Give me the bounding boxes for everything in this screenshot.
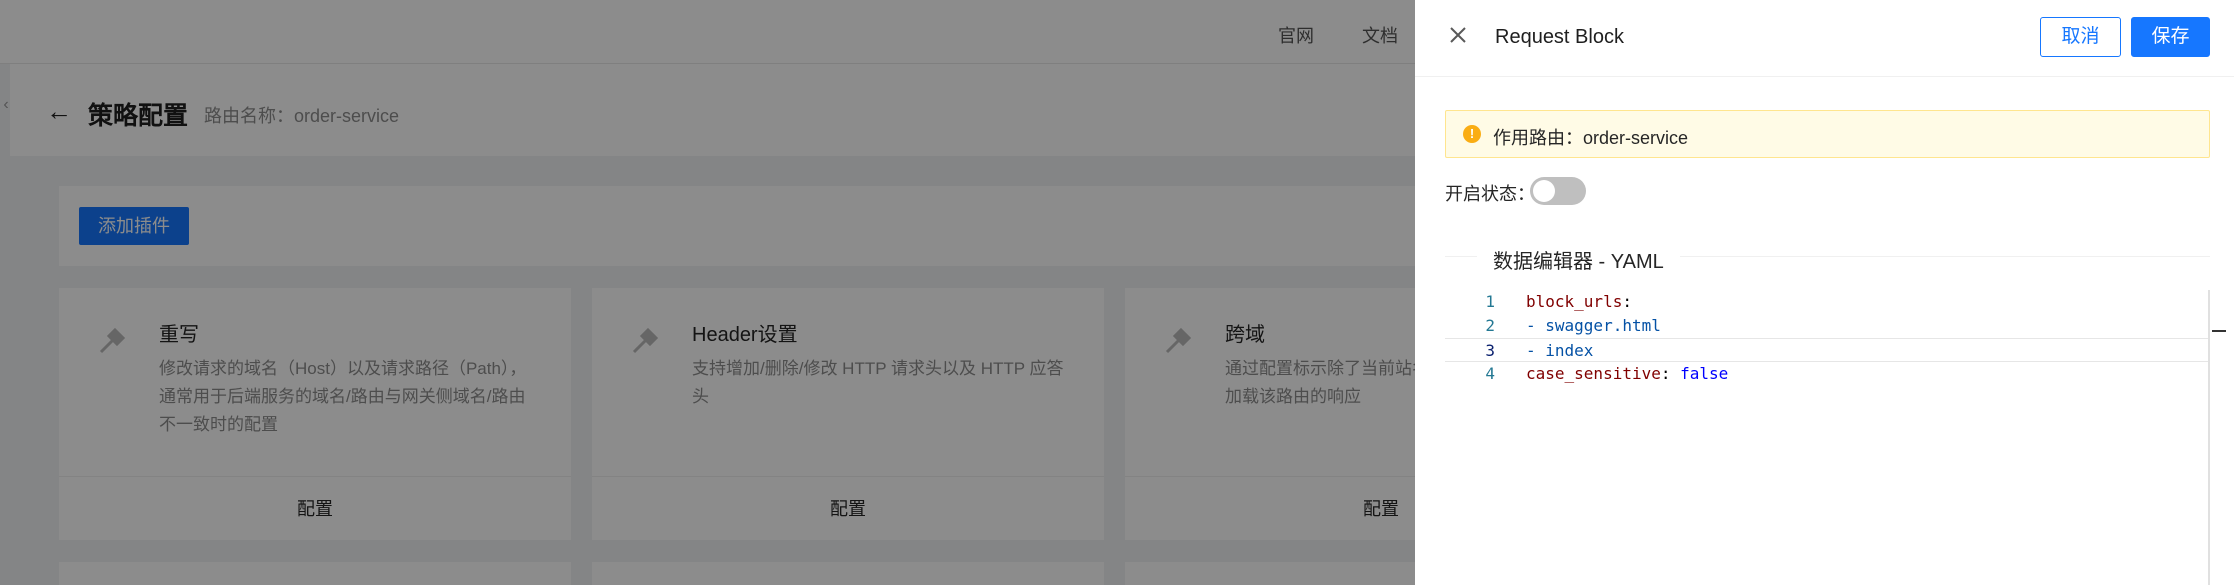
cancel-button[interactable]: 取消 [2040,17,2121,57]
editor-line-active[interactable]: 3 - index [1445,338,2210,362]
yaml-value: - swagger.html [1526,316,1661,335]
route-alert: ! 作用路由：order-service [1445,110,2210,158]
editor-line[interactable]: 1 block_urls: [1445,290,2210,314]
close-icon[interactable] [1447,24,1469,46]
yaml-key: case_sensitive [1526,364,1661,383]
line-number: 2 [1485,316,1495,335]
alert-text: 作用路由：order-service [1493,128,1689,148]
code-text: - index [1526,339,1593,363]
toggle-knob [1533,180,1555,202]
request-block-drawer: Request Block 取消 保存 ! 作用路由：order-service… [1415,0,2234,585]
line-number: 4 [1485,364,1495,383]
enable-toggle[interactable] [1530,177,1586,205]
editor-line[interactable]: 4 case_sensitive: false [1445,362,2210,386]
code-text: - swagger.html [1526,314,1661,338]
drawer-title: Request Block [1495,26,1624,48]
line-number: 1 [1485,292,1495,311]
section-title: 数据编辑器 - YAML [1477,245,1680,274]
warning-icon: ! [1463,125,1481,143]
yaml-key: block_urls [1526,292,1623,311]
scrollbar-marker [2212,330,2226,332]
save-button[interactable]: 保存 [2131,17,2210,57]
code-text: block_urls: [1526,292,1632,311]
yaml-editor[interactable]: 1 block_urls: 2 - swagger.html 3 - index… [1445,290,2226,585]
editor-scrollbar[interactable] [2208,290,2210,585]
line-number: 3 [1485,341,1495,360]
code-text: case_sensitive: false [1526,364,1729,383]
status-label: 开启状态： [1445,184,1535,204]
editor-line[interactable]: 2 - swagger.html [1445,314,2210,338]
drawer-header: Request Block 取消 保存 [1415,0,2234,77]
yaml-boolean: false [1680,364,1729,383]
yaml-value: - index [1526,341,1594,360]
